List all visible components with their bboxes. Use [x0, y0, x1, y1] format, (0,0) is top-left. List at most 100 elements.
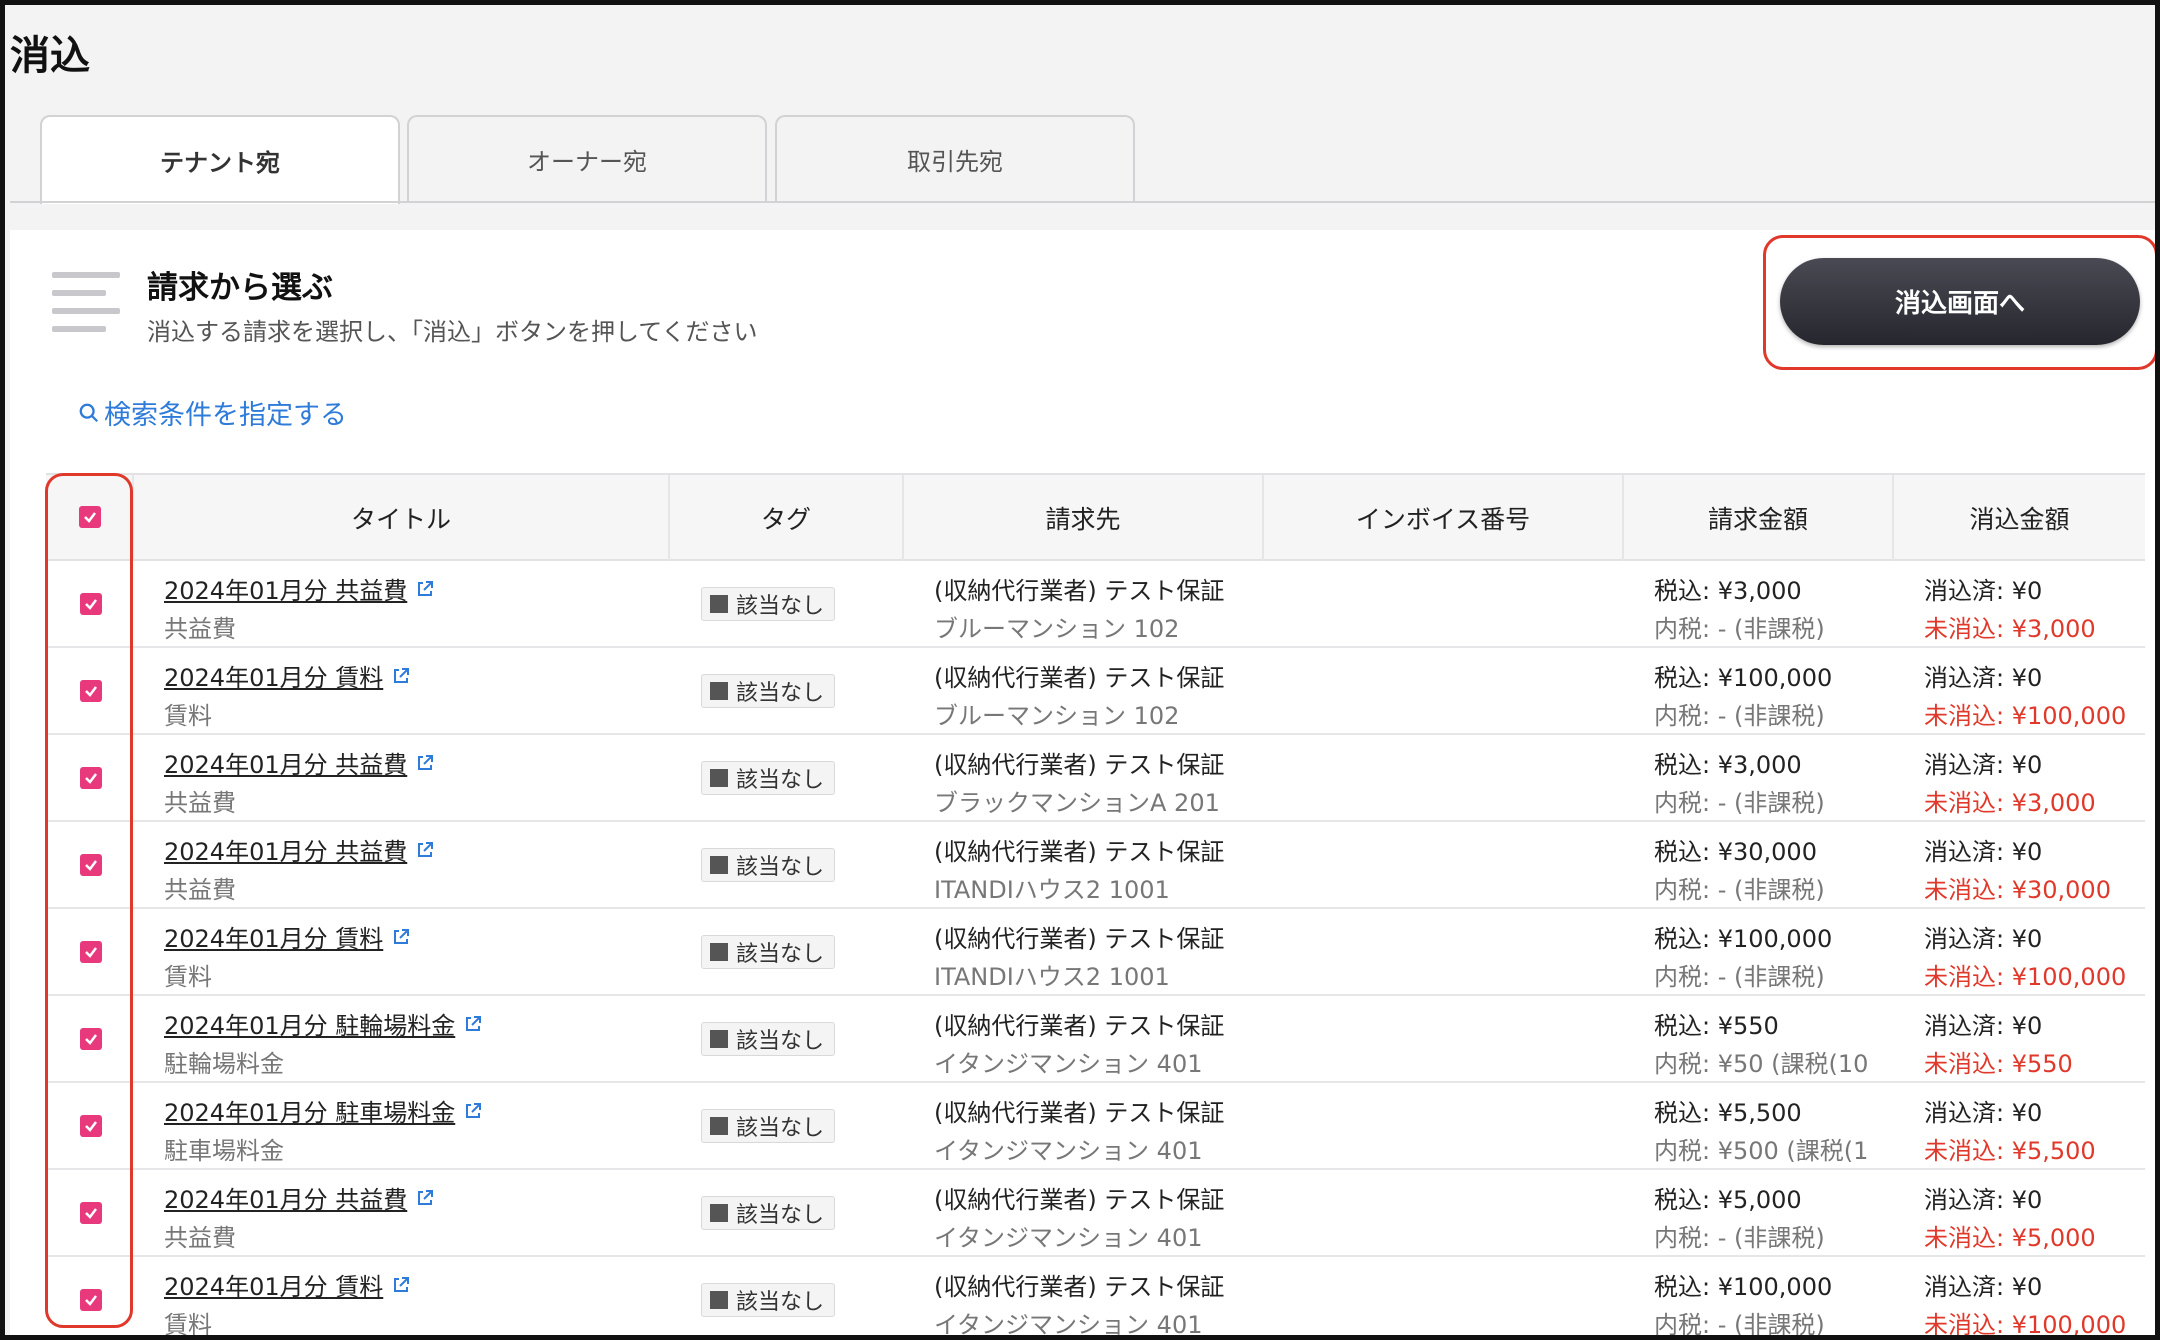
- row-tag[interactable]: 該当なし: [701, 1109, 836, 1143]
- row-tax-included: 税込: ¥5,000: [1654, 1186, 1802, 1214]
- row-payer: (収納代行業者) テスト保証: [934, 1012, 1225, 1040]
- row-title-cell: 2024年01月分 共益費: [164, 745, 435, 780]
- header-billed-amount: 請求金額: [1624, 475, 1894, 561]
- row-tag-label: 該当なし: [736, 1290, 825, 1315]
- row-category: 賃料: [164, 963, 212, 991]
- external-link-icon[interactable]: [415, 753, 435, 773]
- row-inner-tax: 内税: - (非課税): [1654, 1311, 1825, 1339]
- row-title-cell: 2024年01月分 賃料: [164, 919, 411, 954]
- row-inner-tax: 内税: - (非課税): [1654, 702, 1825, 730]
- table-header: タイトル タグ 請求先 インボイス番号 請求金額 消込金額: [46, 473, 2145, 561]
- external-link-icon[interactable]: [391, 1275, 411, 1295]
- tag-color-swatch: [710, 943, 728, 961]
- row-tag-label: 該当なし: [736, 855, 825, 880]
- row-tag-label: 該当なし: [736, 594, 825, 619]
- row-title-link[interactable]: 2024年01月分 共益費: [164, 751, 407, 779]
- row-tax-included: 税込: ¥550: [1654, 1012, 1779, 1040]
- row-tag-label: 該当なし: [736, 768, 825, 793]
- row-tax-included: 税込: ¥100,000: [1654, 1273, 1833, 1301]
- row-title-cell: 2024年01月分 駐輪場料金: [164, 1006, 483, 1041]
- external-link-icon[interactable]: [415, 579, 435, 599]
- row-tag[interactable]: 該当なし: [701, 935, 836, 969]
- row-tax-included: 税込: ¥3,000: [1654, 751, 1802, 779]
- row-tax-included: 税込: ¥3,000: [1654, 577, 1802, 605]
- external-link-icon[interactable]: [415, 840, 435, 860]
- go-to-clearing-button[interactable]: 消込画面へ: [1780, 258, 2140, 345]
- row-title-cell: 2024年01月分 賃料: [164, 658, 411, 693]
- row-cleared: 消込済: ¥0: [1924, 838, 2043, 866]
- row-uncleared: 未消込: ¥550: [1924, 1050, 2073, 1078]
- row-title-cell: 2024年01月分 賃料: [164, 1267, 411, 1302]
- row-payer: (収納代行業者) テスト保証: [934, 838, 1225, 866]
- row-tag[interactable]: 該当なし: [701, 761, 836, 795]
- table-row: 2024年01月分 賃料 賃料 該当なし (収納代行業者) テスト保証 ブルーマ…: [46, 648, 2145, 735]
- row-inner-tax: 内税: - (非課税): [1654, 615, 1825, 643]
- tab-owner[interactable]: オーナー宛: [407, 115, 767, 202]
- tag-color-swatch: [710, 682, 728, 700]
- row-tag-label: 該当なし: [736, 1116, 825, 1141]
- row-tax-included: 税込: ¥30,000: [1654, 838, 1817, 866]
- row-cleared: 消込済: ¥0: [1924, 1273, 2043, 1301]
- external-link-icon[interactable]: [463, 1101, 483, 1121]
- header-cleared-amount: 消込金額: [1969, 505, 2070, 534]
- row-payer: (収納代行業者) テスト保証: [934, 664, 1225, 692]
- row-uncleared: 未消込: ¥100,000: [1924, 702, 2127, 730]
- header-title: タイトル: [134, 475, 670, 561]
- menu-lines-icon: [52, 272, 120, 334]
- row-tag[interactable]: 該当なし: [701, 1283, 836, 1317]
- header-invoice-number: インボイス番号: [1264, 475, 1624, 561]
- row-uncleared: 未消込: ¥5,000: [1924, 1224, 2096, 1252]
- row-category: 共益費: [164, 1224, 236, 1252]
- row-payer: (収納代行業者) テスト保証: [934, 1186, 1225, 1214]
- row-title-link[interactable]: 2024年01月分 賃料: [164, 664, 383, 692]
- row-title-link[interactable]: 2024年01月分 共益費: [164, 838, 407, 866]
- row-cleared: 消込済: ¥0: [1924, 664, 2043, 692]
- row-property: ITANDIハウス2 1001: [934, 963, 1170, 991]
- tag-color-swatch: [710, 769, 728, 787]
- app-window: 消込 テナント宛 オーナー宛 取引先宛 請求から選ぶ 消込する請求を選択し、「消…: [0, 0, 2160, 1340]
- row-title-link[interactable]: 2024年01月分 共益費: [164, 577, 407, 605]
- row-property: イタンジマンション 401: [934, 1311, 1203, 1339]
- row-payer: (収納代行業者) テスト保証: [934, 577, 1225, 605]
- table-row: 2024年01月分 共益費 共益費 該当なし (収納代行業者) テスト保証 IT…: [46, 822, 2145, 909]
- table-row: 2024年01月分 共益費 共益費 該当なし (収納代行業者) テスト保証 ブラ…: [46, 735, 2145, 822]
- row-tax-included: 税込: ¥100,000: [1654, 925, 1833, 953]
- row-title-cell: 2024年01月分 共益費: [164, 832, 435, 867]
- tag-color-swatch: [710, 1291, 728, 1309]
- external-link-icon[interactable]: [391, 666, 411, 686]
- row-inner-tax: 内税: ¥500 (課税(1: [1654, 1137, 1869, 1165]
- row-cleared: 消込済: ¥0: [1924, 1012, 2043, 1040]
- row-title-link[interactable]: 2024年01月分 共益費: [164, 1186, 407, 1214]
- row-property: ブルーマンション 102: [934, 615, 1180, 643]
- row-category: 共益費: [164, 615, 236, 643]
- row-title-link[interactable]: 2024年01月分 賃料: [164, 1273, 383, 1301]
- row-tag[interactable]: 該当なし: [701, 674, 836, 708]
- row-tax-included: 税込: ¥100,000: [1654, 664, 1833, 692]
- row-inner-tax: 内税: ¥50 (課税(10: [1654, 1050, 1869, 1078]
- row-uncleared: 未消込: ¥5,500: [1924, 1137, 2096, 1165]
- external-link-icon[interactable]: [463, 1014, 483, 1034]
- row-category: 駐車場料金: [164, 1137, 284, 1165]
- row-title-link[interactable]: 2024年01月分 賃料: [164, 925, 383, 953]
- row-title-link[interactable]: 2024年01月分 駐車場料金: [164, 1099, 455, 1127]
- row-tag[interactable]: 該当なし: [701, 1022, 836, 1056]
- table-row: 2024年01月分 賃料 賃料 該当なし (収納代行業者) テスト保証 ITAN…: [46, 909, 2145, 996]
- row-tag[interactable]: 該当なし: [701, 587, 836, 621]
- external-link-icon[interactable]: [415, 1188, 435, 1208]
- tab-partner[interactable]: 取引先宛: [775, 115, 1135, 202]
- row-tag[interactable]: 該当なし: [701, 848, 836, 882]
- row-inner-tax: 内税: - (非課税): [1654, 1224, 1825, 1252]
- row-property: ブラックマンションA 201: [934, 789, 1220, 817]
- row-property: イタンジマンション 401: [934, 1050, 1203, 1078]
- row-payer: (収納代行業者) テスト保証: [934, 751, 1225, 779]
- table-row: 2024年01月分 共益費 共益費 該当なし (収納代行業者) テスト保証 ブル…: [46, 561, 2145, 648]
- tab-divider: [10, 201, 2155, 203]
- external-link-icon[interactable]: [391, 927, 411, 947]
- row-title-link[interactable]: 2024年01月分 駐輪場料金: [164, 1012, 455, 1040]
- row-category: 賃料: [164, 702, 212, 730]
- tab-tenant[interactable]: テナント宛: [40, 115, 400, 204]
- search-conditions-link[interactable]: 検索条件を指定する: [78, 393, 347, 432]
- row-tag[interactable]: 該当なし: [701, 1196, 836, 1230]
- row-category: 賃料: [164, 1311, 212, 1339]
- row-cleared: 消込済: ¥0: [1924, 1099, 2043, 1127]
